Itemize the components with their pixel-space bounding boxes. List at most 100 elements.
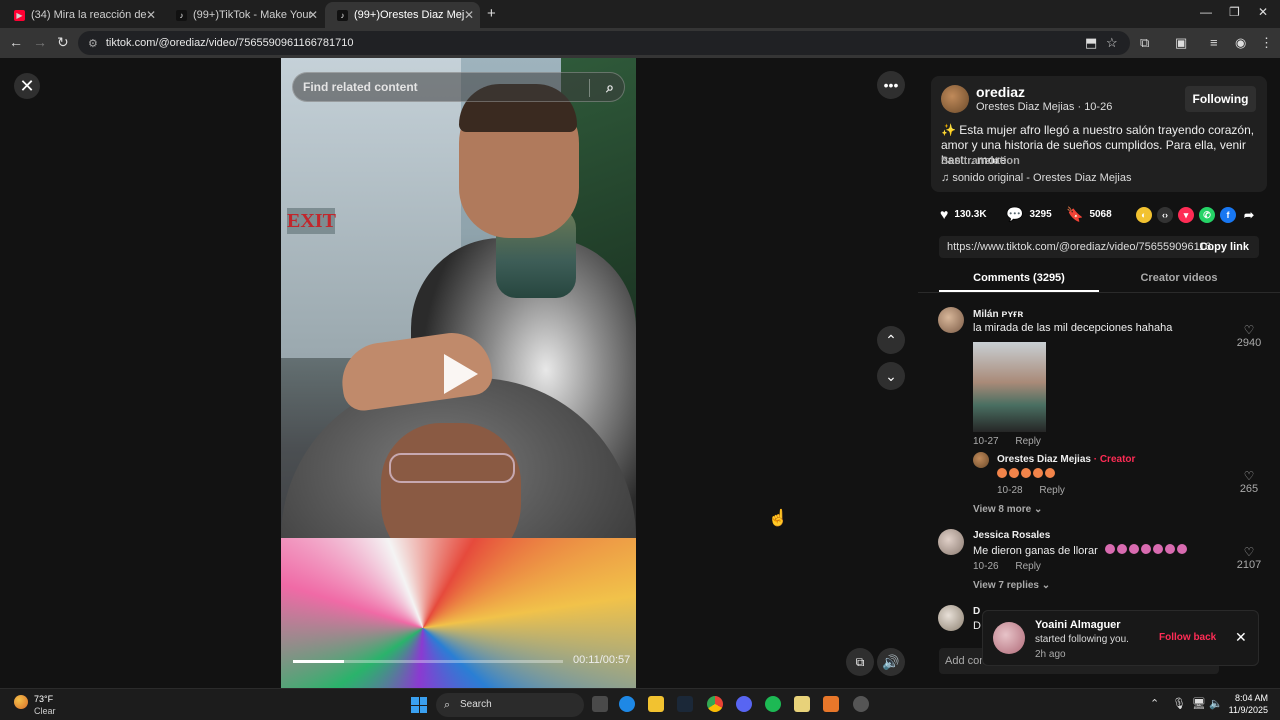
avatar[interactable]	[973, 452, 989, 468]
comment-username[interactable]: D	[973, 606, 980, 617]
floating-player-button[interactable]: ⧉	[846, 648, 874, 676]
close-icon[interactable]: ✕	[1235, 629, 1247, 646]
embed-icon[interactable]: ‹›	[1157, 207, 1173, 223]
windows-start-icon[interactable]	[411, 697, 427, 713]
restore-icon[interactable]: ❐	[1229, 5, 1240, 19]
tab-comments[interactable]: Comments (3295)	[939, 272, 1099, 284]
microphone-icon[interactable]: 🎙	[1172, 697, 1186, 710]
whatsapp-icon[interactable]: ✆	[1199, 207, 1215, 223]
steam-icon[interactable]	[677, 696, 693, 712]
forward-icon[interactable]: →	[33, 34, 47, 50]
site-info-icon[interactable]: ⚙	[88, 37, 98, 50]
reply-like-button[interactable]: ♡ 265	[1234, 469, 1264, 495]
send-icon[interactable]: ▾	[1178, 207, 1194, 223]
like-button[interactable]: ♥ 130.3K	[940, 206, 987, 222]
more-options-button[interactable]: •••	[877, 71, 905, 99]
tab-youtube[interactable]: ▶ (34) Mira la reacción de su herm ✕	[2, 2, 162, 28]
close-window-icon[interactable]: ✕	[1258, 5, 1268, 19]
close-tab-icon[interactable]: ✕	[146, 8, 156, 22]
extensions-icon[interactable]: ⧉	[1140, 35, 1149, 51]
exit-sign: EXIT	[287, 208, 336, 234]
video-player[interactable]: EXIT 00:11/00:57	[281, 58, 636, 688]
view-more-replies[interactable]: View 7 replies ⌄	[973, 580, 1050, 591]
notes-icon[interactable]	[794, 696, 810, 712]
reply-date: 10-28	[997, 485, 1023, 496]
comment-username[interactable]: Jessica Rosales	[973, 530, 1050, 541]
find-related-search[interactable]: Find related content ⌕	[292, 72, 625, 102]
reload-icon[interactable]: ↻	[57, 34, 69, 51]
reply-button[interactable]: Reply	[1015, 436, 1041, 447]
url-field[interactable]: ⚙ tiktok.com/@orediaz/video/756559096116…	[78, 31, 1130, 55]
tab-tiktok-video[interactable]: ♪ (99+)Orestes Diaz Mejias (@ore ✕	[325, 2, 480, 28]
back-icon[interactable]: ←	[9, 34, 23, 50]
close-video-button[interactable]: ✕	[14, 73, 40, 99]
avatar[interactable]	[938, 307, 964, 333]
comment-meta: 10-27 Reply	[973, 436, 1041, 447]
search-divider	[589, 79, 590, 97]
taskbar-search[interactable]: ⌕ Search	[436, 693, 584, 717]
comment-like-button[interactable]: ♡ 2940	[1234, 323, 1264, 349]
reply-button[interactable]: Reply	[1039, 485, 1065, 496]
side-panel-icon[interactable]: ▣	[1175, 35, 1187, 51]
see-translation-link[interactable]: See translation	[941, 155, 1020, 167]
minimize-icon[interactable]: —	[1200, 5, 1212, 19]
avatar[interactable]	[993, 622, 1025, 654]
coin-icon[interactable]: ◐	[1136, 207, 1152, 223]
clock-date[interactable]: 11/9/2025	[1224, 705, 1268, 715]
bookmark-icon: 🔖	[1066, 206, 1084, 222]
close-tab-icon[interactable]: ✕	[308, 8, 318, 22]
clock-time[interactable]: 8:04 AM	[1230, 693, 1268, 703]
avatar[interactable]	[938, 605, 964, 631]
tray-chevron-icon[interactable]: ⌃	[1150, 697, 1159, 710]
new-tab-button[interactable]: +	[487, 5, 496, 22]
follow-back-button[interactable]: Follow back	[1159, 632, 1216, 643]
discord-icon[interactable]	[736, 696, 752, 712]
bookmark-star-icon[interactable]: ☆	[1106, 35, 1118, 51]
reply-button[interactable]: Reply	[1015, 561, 1041, 572]
tab-creator-videos[interactable]: Creator videos	[1099, 272, 1259, 284]
spotify-icon[interactable]	[765, 696, 781, 712]
save-button[interactable]: 🔖 5068	[1066, 206, 1112, 223]
youtube-icon: ▶	[14, 9, 25, 21]
reply-like-count: 265	[1239, 483, 1259, 495]
volume-icon[interactable]: 🔈	[1209, 697, 1223, 710]
close-tab-icon[interactable]: ✕	[464, 8, 474, 22]
network-icon[interactable]: 🖥	[1192, 697, 1206, 710]
next-video-button[interactable]: ⌄	[877, 362, 905, 390]
media-icon[interactable]: ≡	[1210, 35, 1218, 50]
following-button[interactable]: Following	[1185, 86, 1256, 112]
chrome-icon[interactable]	[707, 696, 723, 712]
app-settings-icon[interactable]	[853, 696, 869, 712]
music-line[interactable]: ♫ sonido original - Orestes Diaz Mejias	[941, 172, 1131, 184]
profile-icon[interactable]: ◉	[1235, 35, 1246, 51]
file-explorer-icon[interactable]	[648, 696, 664, 712]
avatar[interactable]	[941, 85, 969, 113]
toast-username[interactable]: Yoaini Almaguer	[1035, 619, 1121, 631]
copy-link-button[interactable]: Copy link	[1199, 236, 1249, 258]
reply-author[interactable]: Orestes Diaz Mejias · Creator	[997, 454, 1135, 465]
task-view-icon[interactable]	[592, 696, 608, 712]
author-username[interactable]: orediaz	[976, 84, 1025, 100]
comment-like-button[interactable]: ♡ 2107	[1234, 545, 1264, 571]
volume-button[interactable]: 🔊	[877, 648, 905, 676]
avatar[interactable]	[938, 529, 964, 555]
play-icon[interactable]	[444, 354, 478, 394]
comment-date: 10-26	[973, 561, 999, 572]
facebook-icon[interactable]: f	[1220, 207, 1236, 223]
search-icon[interactable]: ⌕	[606, 79, 614, 96]
video-link-field[interactable]: https://www.tiktok.com/@orediaz/video/75…	[939, 236, 1259, 258]
app-orange-icon[interactable]	[823, 696, 839, 712]
menu-kebab-icon[interactable]: ⋮	[1260, 35, 1273, 51]
comment-image[interactable]	[973, 342, 1046, 432]
comment-username[interactable]: Milán ᴘʏғʀ	[973, 309, 1023, 320]
tab-tiktok-home[interactable]: ♪ (99+)TikTok - Make Your Day ✕	[164, 2, 324, 28]
video-progress-bar[interactable]	[293, 660, 563, 663]
previous-video-button[interactable]: ⌃	[877, 326, 905, 354]
view-more-replies[interactable]: View 8 more ⌄	[973, 504, 1042, 515]
weather-moon-icon[interactable]	[14, 695, 28, 709]
install-app-icon[interactable]: ⬒	[1085, 35, 1097, 51]
comment-button[interactable]: 💬 3295	[1006, 206, 1052, 223]
tabs-divider	[918, 292, 1280, 293]
share-arrow-icon[interactable]: ➦	[1241, 207, 1257, 223]
edge-icon[interactable]	[619, 696, 635, 712]
